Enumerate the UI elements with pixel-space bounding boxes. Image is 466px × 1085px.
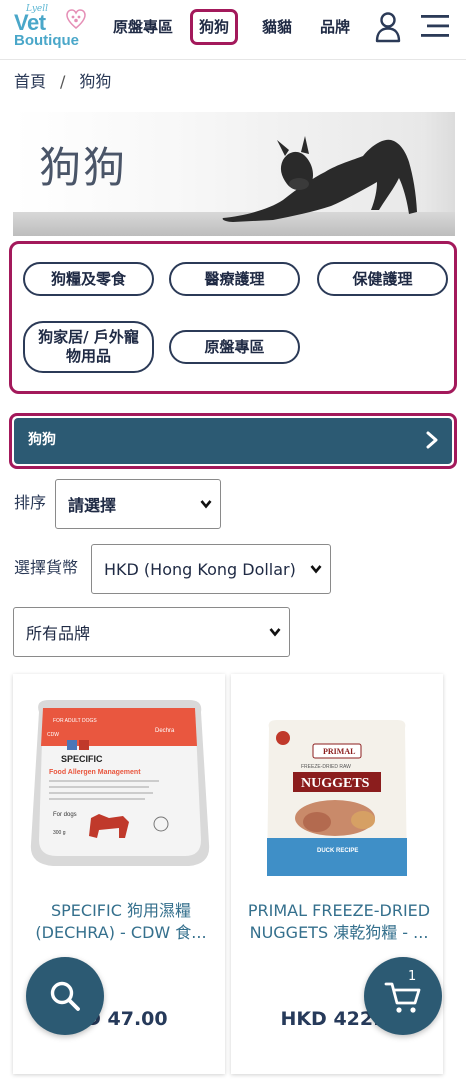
nav-item-cats[interactable]: 貓貓 [262,16,292,40]
pack-code-text: CDW [47,732,59,738]
chevron-down-icon [200,500,212,509]
category-home-outdoor[interactable]: 狗家居/ 戶外寵物用品 [23,321,154,373]
pack-title-text: NUGGETS [301,776,370,791]
sort-label: 排序 [14,493,47,512]
subcategory-bar-frame: 狗狗 [9,413,457,469]
cart-icon [384,982,421,1013]
pack-for-text: For dogs [53,812,77,818]
breadcrumb: 首頁 / 狗狗 [14,70,111,94]
user-icon[interactable] [374,11,402,43]
breadcrumb-separator: / [60,72,66,91]
pack-maker-text: Dechra [155,728,175,734]
pack-top-text: FOR ADULT DOGS [53,718,97,724]
site-logo[interactable]: Lyell Vet Boutique [12,4,88,54]
cart-button[interactable]: 1 [364,957,442,1035]
chevron-down-icon [310,565,322,574]
site-header: Lyell Vet Boutique 原盤專區 狗狗 貓貓 品牌 [0,0,466,60]
product-name[interactable]: SPECIFIC 狗用濕糧 (DECHRA) - CDW 食... [21,900,221,944]
pack-banner-text: FREEZE-DRIED RAW [301,764,351,770]
nav-item-dogs[interactable]: 狗狗 [190,9,239,45]
pack-title-text: Food Allergen Management [49,769,141,776]
subcategory-bar-label: 狗狗 [28,432,56,448]
search-button[interactable] [26,957,104,1035]
product-image-specific-tray[interactable]: FOR ADULT DOGS Dechra CDW SPECIFIC Food … [13,688,225,888]
banner-title: 狗狗 [39,143,128,192]
breadcrumb-home[interactable]: 首頁 [14,72,46,91]
pack-recipe-text: DUCK RECIPE [317,848,358,854]
sort-select[interactable]: 請選擇 [55,479,221,529]
logo-boutique-text: Boutique [14,32,79,49]
currency-select[interactable]: HKD (Hong Kong Dollar) [91,544,331,594]
pack-weight-text: 300 g [53,830,66,836]
pack-brand-text: SPECIFIC [61,754,103,764]
chevron-right-icon [426,431,438,449]
currency-label: 選擇貨幣 [14,558,79,577]
category-banner: 狗狗 [13,112,455,236]
stretching-dog-image [222,136,417,222]
product-image-primal-nuggets[interactable]: PRIMAL FREEZE-DRIED RAW NUGGETS DUCK REC… [231,688,443,888]
product-name[interactable]: PRIMAL FREEZE-DRIED NUGGETS 凍乾狗糧 - ... [239,900,439,944]
currency-select-value: HKD (Hong Kong Dollar) [104,559,296,579]
hamburger-menu-icon[interactable] [419,11,451,41]
paw-heart-icon [66,9,86,29]
nav-item-originals[interactable]: 原盤專區 [113,16,173,40]
search-icon [50,981,80,1011]
category-originals[interactable]: 原盤專區 [169,330,300,364]
category-filter-box: 狗糧及零食 醫療護理 保健護理 狗家居/ 戶外寵物用品 原盤專區 [9,241,457,394]
brand-select[interactable]: 所有品牌 [13,607,290,657]
sort-select-value: 請選擇 [68,496,117,515]
category-dog-food-snacks[interactable]: 狗糧及零食 [23,262,154,296]
pack-brand-text: PRIMAL [323,747,355,756]
nav-item-brands[interactable]: 品牌 [320,16,350,40]
cart-count-badge: 1 [408,969,417,984]
category-health-care[interactable]: 保健護理 [317,262,448,296]
subcategory-bar[interactable]: 狗狗 [14,418,452,464]
category-medical-care[interactable]: 醫療護理 [169,262,300,296]
breadcrumb-current: 狗狗 [79,72,112,91]
brand-select-value: 所有品牌 [26,624,91,643]
chevron-down-icon [269,628,281,637]
